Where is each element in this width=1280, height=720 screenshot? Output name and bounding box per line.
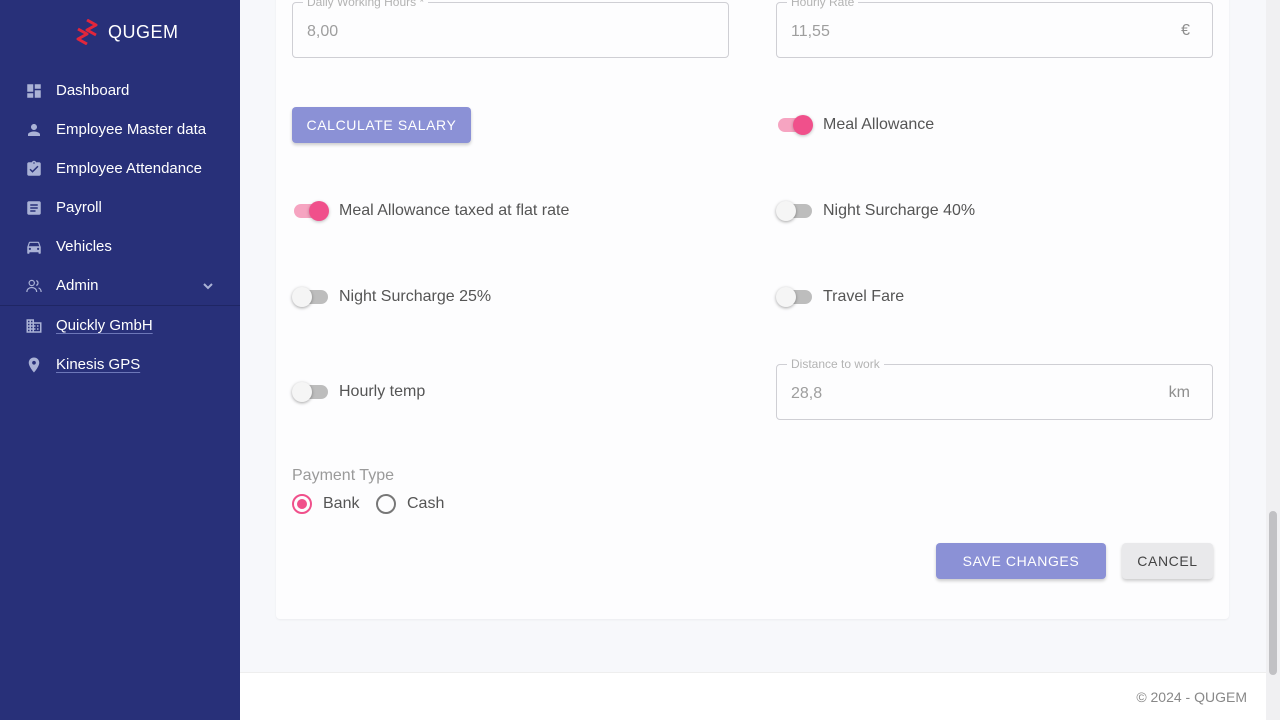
calculate-salary-button[interactable]: CALCULATE SALARY [292,107,471,143]
hourly-temp-toggle[interactable] [292,382,328,402]
employee-form-card [276,0,1229,619]
sidebar-item-label: Employee Master data [56,121,207,138]
payment-type-label: Payment Type [292,467,394,484]
night-surcharge-25-toggle[interactable] [292,287,328,307]
dashboard-icon [25,82,43,100]
daily-working-hours-field[interactable]: Daily Working Hours * 8,00 [292,0,729,58]
page-scrollbar[interactable] [1266,0,1280,720]
hourly-rate-value: 11,55 [791,23,830,40]
meal-allowance-label: Meal Allowance [823,116,935,133]
sidebar-item-label: Admin [56,277,99,294]
sidebar-item-vehicles[interactable]: Vehicles [0,227,240,266]
night-surcharge-40-row: Night Surcharge 40% [776,201,975,221]
building-icon [25,317,43,335]
save-changes-button[interactable]: SAVE CHANGES [936,543,1106,579]
car-icon [25,238,43,256]
distance-to-work-label: Distance to work [787,357,884,371]
footer-copyright: © 2024 - QUGEM [1136,689,1247,705]
sidebar-item-dashboard[interactable]: Dashboard [0,71,240,110]
meal-flat-rate-label: Meal Allowance taxed at flat rate [339,202,570,219]
clipboard-check-icon [25,160,43,178]
sidebar-link-label: Quickly GmbH [56,317,153,334]
hourly-rate-field[interactable]: Hourly Rate 11,55 € [776,0,1213,58]
travel-fare-label: Travel Fare [823,288,905,305]
night-surcharge-40-toggle[interactable] [776,201,812,221]
night-surcharge-25-label: Night Surcharge 25% [339,288,492,305]
hourly-temp-row: Hourly temp [292,382,425,402]
daily-working-hours-value: 8,00 [307,23,339,40]
users-icon [25,277,43,295]
sidebar: QUGEM Dashboard Employee Master data Emp… [0,0,240,720]
payment-option-cash[interactable]: Cash [376,494,444,514]
sidebar-item-label: Payroll [56,199,102,216]
sidebar-item-label: Vehicles [56,238,112,255]
hourly-rate-label: Hourly Rate [787,0,859,9]
daily-working-hours-label: Daily Working Hours * [303,0,429,9]
sidebar-link-label: Kinesis GPS [56,356,141,373]
receipt-icon [25,199,43,217]
sidebar-item-employee-attendance[interactable]: Employee Attendance [0,149,240,188]
distance-to-work-field[interactable]: Distance to work 28,8 km [776,357,1213,420]
person-icon [25,121,43,139]
cash-radio[interactable] [376,494,396,514]
night-surcharge-40-label: Night Surcharge 40% [823,202,976,219]
sidebar-item-employee-master-data[interactable]: Employee Master data [0,110,240,149]
travel-fare-row: Travel Fare [776,287,904,307]
sidebar-item-label: Dashboard [56,82,130,99]
cancel-button[interactable]: CANCEL [1122,543,1213,579]
chevron-down-icon[interactable] [202,279,214,291]
travel-fare-toggle[interactable] [776,287,812,307]
sidebar-link-kinesis-gps[interactable]: Kinesis GPS [0,345,240,384]
km-suffix: km [1168,384,1190,401]
bank-radio[interactable] [292,494,312,514]
scrollbar-thumb[interactable] [1269,511,1277,675]
euro-suffix: € [1181,22,1190,39]
sidebar-link-quickly-gmbh[interactable]: Quickly GmbH [0,306,240,345]
meal-flat-rate-toggle[interactable] [292,201,329,221]
footer: © 2024 - QUGEM [240,672,1266,720]
distance-to-work-value: 28,8 [791,385,823,402]
sidebar-item-label: Employee Attendance [56,160,202,177]
hourly-temp-label: Hourly temp [339,383,426,400]
cash-radio-label: Cash [407,495,445,512]
sidebar-item-payroll[interactable]: Payroll [0,188,240,227]
location-pin-icon [25,356,43,374]
night-surcharge-25-row: Night Surcharge 25% [292,287,491,307]
payment-option-bank[interactable]: Bank [292,494,359,514]
qugem-logo-icon [76,19,98,45]
sidebar-nav: Dashboard Employee Master data Employee … [0,71,240,384]
meal-flat-rate-row: Meal Allowance taxed at flat rate [292,201,569,221]
brand-name: QUGEM [108,21,179,42]
brand[interactable]: QUGEM [76,19,179,45]
sidebar-item-admin[interactable]: Admin [0,266,240,305]
save-changes-label: SAVE CHANGES [962,553,1080,569]
meal-allowance-row: Meal Allowance [776,115,934,135]
bank-radio-label: Bank [323,495,360,512]
meal-allowance-toggle[interactable] [776,115,813,135]
